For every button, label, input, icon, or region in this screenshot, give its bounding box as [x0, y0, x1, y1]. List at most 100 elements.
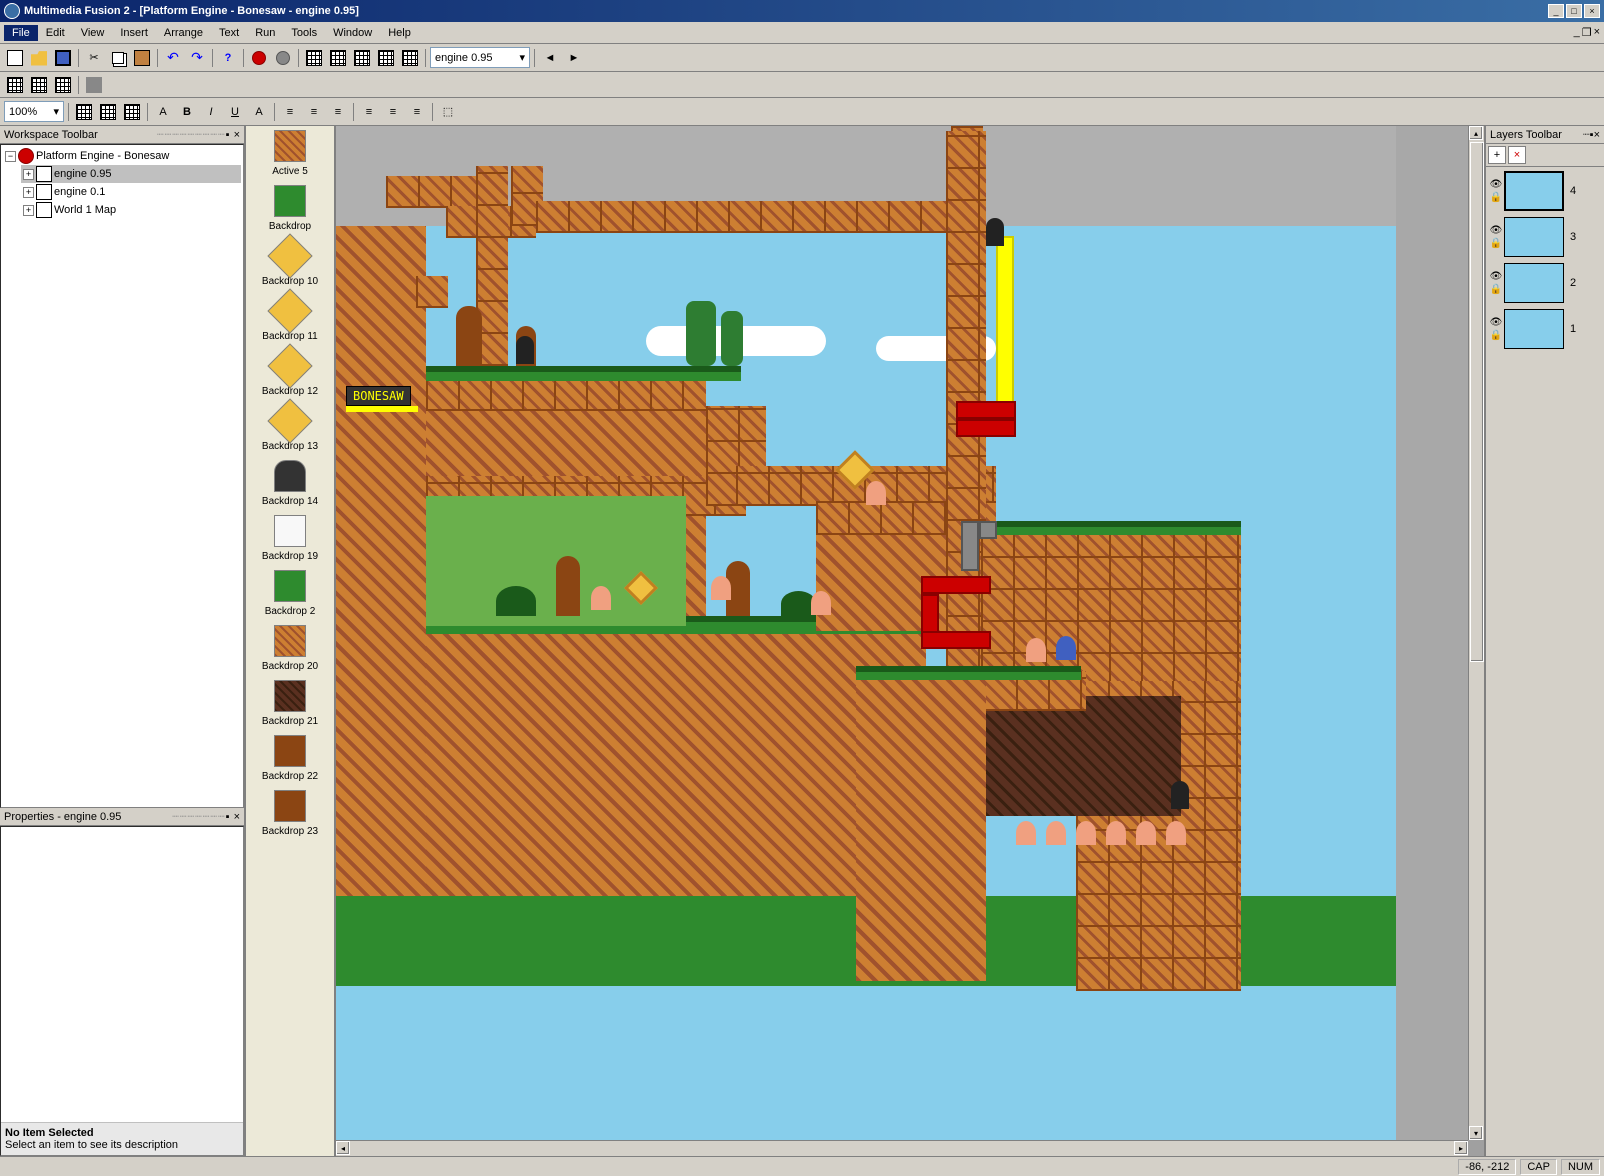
door-object[interactable]	[986, 218, 1004, 246]
door-object[interactable]	[1171, 781, 1189, 809]
sprite-character[interactable]	[1026, 638, 1046, 662]
sprite-character[interactable]	[1166, 821, 1186, 845]
object-item[interactable]: Backdrop 10	[250, 240, 330, 287]
sprite-character[interactable]	[811, 591, 831, 615]
tb2-btn-4[interactable]	[83, 74, 105, 96]
object-item[interactable]: Backdrop	[250, 185, 330, 232]
pin-icon[interactable]: ▪	[226, 129, 230, 141]
expand-icon[interactable]: −	[5, 151, 16, 162]
scroll-down-button[interactable]: ▾	[1469, 1126, 1483, 1140]
menu-view[interactable]: View	[73, 25, 113, 41]
tree-item[interactable]: +engine 0.95	[21, 165, 241, 183]
paste-button[interactable]	[131, 47, 153, 69]
layer-item[interactable]: 👁🔒3	[1490, 217, 1600, 257]
cut-button[interactable]: ✂	[83, 47, 105, 69]
undo-button[interactable]: ↶	[162, 47, 184, 69]
open-button[interactable]	[28, 47, 50, 69]
align-right-button[interactable]: ≡	[327, 101, 349, 123]
object-item[interactable]: Backdrop 20	[250, 625, 330, 672]
italic-button[interactable]: I	[200, 101, 222, 123]
menu-edit[interactable]: Edit	[38, 25, 73, 41]
underline-button[interactable]: U	[224, 101, 246, 123]
menu-file[interactable]: File	[4, 25, 38, 41]
object-palette[interactable]: Active 5 Backdrop Backdrop 10 Backdrop 11 Ba…	[246, 126, 336, 1156]
menu-insert[interactable]: Insert	[112, 25, 156, 41]
object-item[interactable]: Backdrop 19	[250, 515, 330, 562]
object-item[interactable]: Backdrop 11	[250, 295, 330, 342]
sprite-character[interactable]	[1046, 821, 1066, 845]
object-item[interactable]: Backdrop 14	[250, 460, 330, 507]
frame-editor-button[interactable]	[327, 47, 349, 69]
layer-item[interactable]: 👁🔒1	[1490, 309, 1600, 349]
crop-button[interactable]: ⬚	[437, 101, 459, 123]
eye-icon[interactable]: 👁	[1490, 271, 1502, 283]
mdi-restore-button[interactable]: ❐	[1582, 26, 1592, 39]
layers-list[interactable]: 👁🔒4 👁🔒3 👁🔒2 👁🔒1	[1486, 167, 1604, 1156]
menu-tools[interactable]: Tools	[283, 25, 325, 41]
copy-button[interactable]	[107, 47, 129, 69]
sprite-character[interactable]	[1106, 821, 1126, 845]
layer-item[interactable]: 👁🔒2	[1490, 263, 1600, 303]
scroll-up-button[interactable]: ▴	[1469, 126, 1483, 140]
tb2-btn-2[interactable]	[28, 74, 50, 96]
sprite-player[interactable]	[1056, 636, 1076, 660]
object-item[interactable]: Active 5	[250, 130, 330, 177]
event-editor-button[interactable]	[351, 47, 373, 69]
scroll-right-button[interactable]: ▸	[1454, 1141, 1468, 1155]
menu-help[interactable]: Help	[380, 25, 419, 41]
sprite-character[interactable]	[591, 586, 611, 610]
object-item[interactable]: Backdrop 2	[250, 570, 330, 617]
align-top-button[interactable]: ≡	[358, 101, 380, 123]
scroll-thumb[interactable]	[1470, 142, 1484, 662]
red-block[interactable]	[956, 419, 1016, 437]
font-button[interactable]: A	[152, 101, 174, 123]
bonesaw-label[interactable]: BONESAW	[346, 386, 411, 406]
redo-button[interactable]: ↷	[186, 47, 208, 69]
menu-window[interactable]: Window	[325, 25, 380, 41]
layer-item[interactable]: 👁🔒4	[1490, 171, 1600, 211]
grid-setup-button[interactable]	[121, 101, 143, 123]
run-app-button[interactable]	[248, 47, 270, 69]
lock-icon[interactable]: 🔒	[1490, 284, 1502, 296]
tree-item[interactable]: +engine 0.1	[21, 183, 241, 201]
zoom-combo[interactable]: 100% ▾	[4, 101, 64, 122]
close-button[interactable]: ×	[1584, 4, 1600, 18]
sprite-character[interactable]	[1076, 821, 1096, 845]
expand-icon[interactable]: +	[23, 205, 34, 216]
frame-combo[interactable]: engine 0.95 ▾	[430, 47, 530, 68]
mdi-minimize-button[interactable]: _	[1574, 26, 1580, 39]
workspace-tree[interactable]: − Platform Engine - Bonesaw +engine 0.95…	[0, 144, 244, 808]
event-list-button[interactable]	[375, 47, 397, 69]
storyboard-button[interactable]	[303, 47, 325, 69]
gray-block[interactable]	[961, 521, 979, 571]
menu-run[interactable]: Run	[247, 25, 283, 41]
mdi-close-button[interactable]: ×	[1594, 26, 1600, 39]
align-center-button[interactable]: ≡	[303, 101, 325, 123]
red-block[interactable]	[921, 576, 991, 594]
next-frame-button[interactable]	[563, 47, 585, 69]
lock-icon[interactable]: 🔒	[1490, 238, 1502, 250]
sprite-character[interactable]	[866, 481, 886, 505]
sprite-character[interactable]	[711, 576, 731, 600]
maximize-button[interactable]: □	[1566, 4, 1582, 18]
object-item[interactable]: Backdrop 21	[250, 680, 330, 727]
object-item[interactable]: Backdrop 23	[250, 790, 330, 837]
lock-icon[interactable]: 🔒	[1490, 330, 1502, 342]
align-bottom-button[interactable]: ≡	[406, 101, 428, 123]
tb2-btn-1[interactable]	[4, 74, 26, 96]
prev-frame-button[interactable]	[539, 47, 561, 69]
close-panel-button[interactable]: ×	[234, 811, 240, 823]
save-button[interactable]	[52, 47, 74, 69]
lock-icon[interactable]: 🔒	[1490, 192, 1502, 204]
menu-text[interactable]: Text	[211, 25, 247, 41]
object-item[interactable]: Backdrop 13	[250, 405, 330, 452]
red-block[interactable]	[921, 631, 991, 649]
tree-root[interactable]: − Platform Engine - Bonesaw	[3, 147, 241, 165]
door-object[interactable]	[516, 336, 534, 364]
align-left-button[interactable]: ≡	[279, 101, 301, 123]
delete-layer-button[interactable]: ×	[1508, 146, 1526, 164]
sprite-character[interactable]	[1136, 821, 1156, 845]
snap-button[interactable]	[73, 101, 95, 123]
eye-icon[interactable]: 👁	[1490, 179, 1502, 191]
object-item[interactable]: Backdrop 22	[250, 735, 330, 782]
